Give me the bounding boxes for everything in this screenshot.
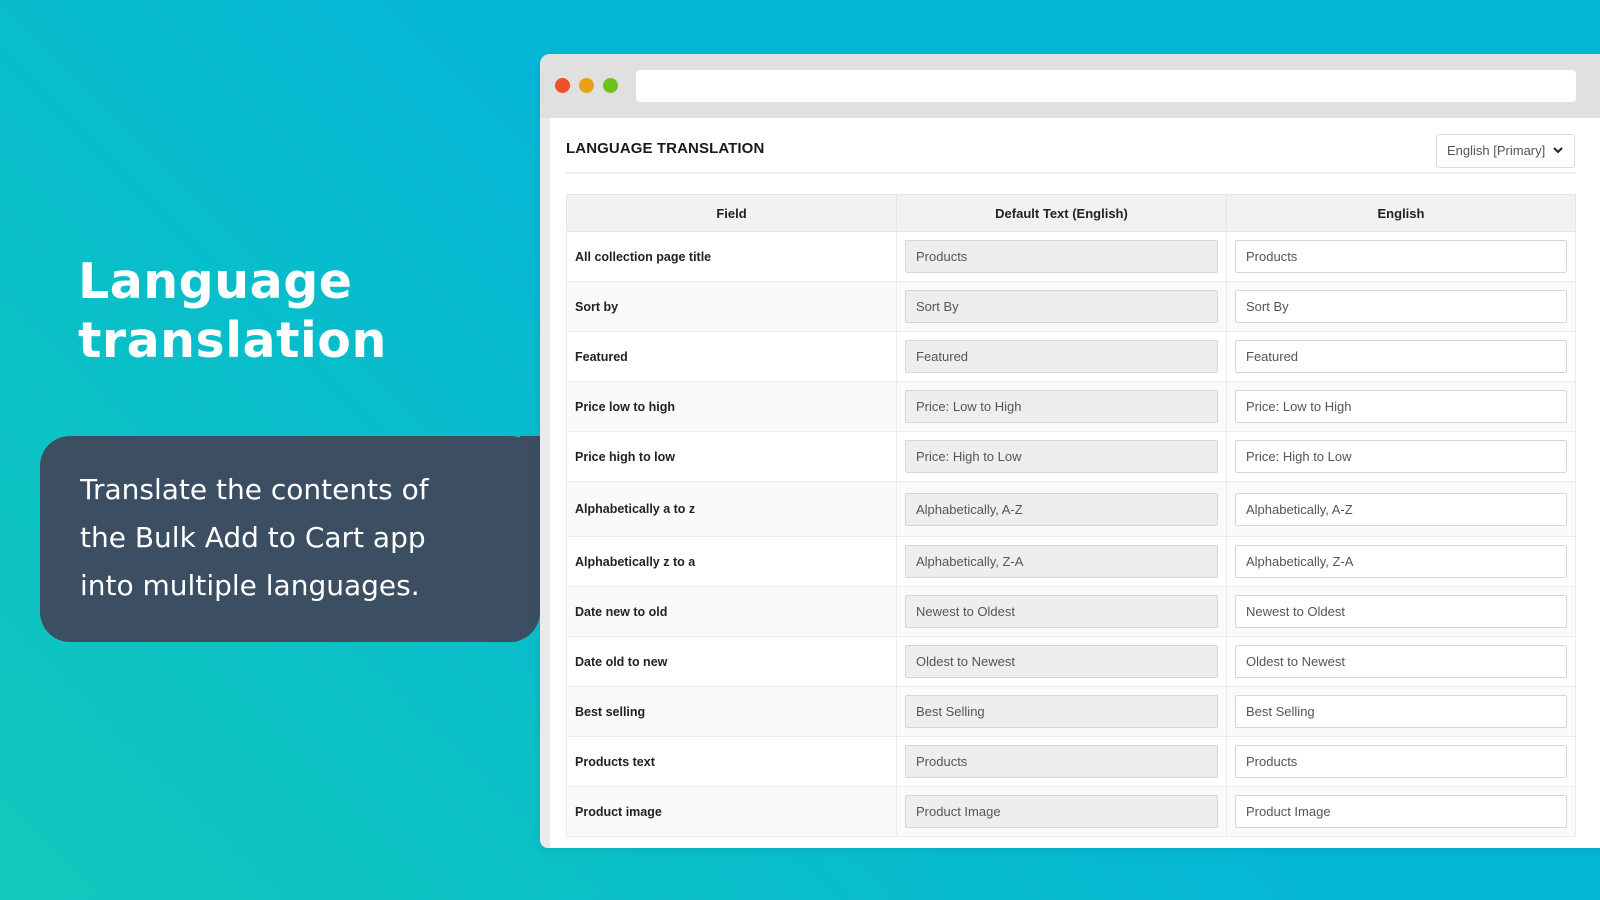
default-text-input [905, 390, 1218, 423]
default-text-input [905, 745, 1218, 778]
field-label: Featured [566, 331, 897, 382]
default-text-cell [896, 281, 1227, 332]
english-translation-input[interactable] [1235, 595, 1567, 628]
default-text-input [905, 695, 1218, 728]
table-row: Product image [566, 786, 1576, 837]
table-row: Date new to old [566, 586, 1576, 637]
description-line-1: Translate the contents of [80, 473, 429, 506]
english-translation-input[interactable] [1235, 440, 1567, 473]
translation-cell [1226, 331, 1576, 382]
field-label: Sort by [566, 281, 897, 332]
translation-cell [1226, 481, 1576, 537]
field-label: Price low to high [566, 381, 897, 432]
english-translation-input[interactable] [1235, 290, 1567, 323]
field-label: Product image [566, 786, 897, 837]
language-select[interactable]: English [Primary] [1436, 134, 1575, 168]
minimize-window-button[interactable] [579, 78, 594, 93]
default-text-cell [896, 331, 1227, 382]
description-line-2: the Bulk Add to Cart app [80, 521, 426, 554]
table-row: Date old to new [566, 636, 1576, 687]
header-divider [566, 172, 1575, 174]
column-header-english: English [1226, 194, 1576, 232]
table-row: Alphabetically a to z [566, 481, 1576, 537]
english-translation-input[interactable] [1235, 545, 1567, 578]
default-text-input [905, 492, 1218, 526]
translation-cell [1226, 686, 1576, 737]
table-row: Price low to high [566, 381, 1576, 432]
field-label: Price high to low [566, 431, 897, 482]
column-header-field: Field [566, 194, 897, 232]
default-text-input [905, 545, 1218, 578]
translation-cell [1226, 736, 1576, 787]
default-text-cell [896, 536, 1227, 587]
field-label: Date new to old [566, 586, 897, 637]
english-translation-input[interactable] [1235, 492, 1567, 526]
column-header-default-text: Default Text (English) [896, 194, 1227, 232]
english-translation-input[interactable] [1235, 795, 1567, 828]
translation-cell [1226, 786, 1576, 837]
default-text-cell [896, 786, 1227, 837]
hero-title: Language translation [78, 252, 498, 370]
english-translation-input[interactable] [1235, 645, 1567, 678]
english-translation-input[interactable] [1235, 745, 1567, 778]
browser-window: LANGUAGE TRANSLATION English [Primary] F… [540, 54, 1600, 848]
hero-title-line-2: translation [78, 312, 387, 369]
default-text-cell [896, 736, 1227, 787]
address-bar[interactable] [636, 70, 1576, 102]
browser-titlebar [540, 54, 1600, 118]
feature-description: Translate the contents of the Bulk Add t… [80, 466, 500, 610]
field-label: Products text [566, 736, 897, 787]
default-text-input [905, 645, 1218, 678]
default-text-cell [896, 481, 1227, 537]
english-translation-input[interactable] [1235, 390, 1567, 423]
english-translation-input[interactable] [1235, 695, 1567, 728]
default-text-input [905, 340, 1218, 373]
english-translation-input[interactable] [1235, 340, 1567, 373]
default-text-cell [896, 586, 1227, 637]
table-row: Best selling [566, 686, 1576, 737]
field-label: Date old to new [566, 636, 897, 687]
default-text-cell [896, 686, 1227, 737]
default-text-input [905, 240, 1218, 273]
translation-cell [1226, 586, 1576, 637]
page-content: LANGUAGE TRANSLATION English [Primary] F… [550, 118, 1600, 848]
table-row: All collection page title [566, 231, 1576, 282]
translation-table: Field Default Text (English) English All… [566, 194, 1576, 837]
field-label: Alphabetically z to a [566, 536, 897, 587]
english-translation-input[interactable] [1235, 240, 1567, 273]
page-title: LANGUAGE TRANSLATION [566, 140, 765, 157]
table-row: Alphabetically z to a [566, 536, 1576, 587]
field-label: Best selling [566, 686, 897, 737]
table-row: Featured [566, 331, 1576, 382]
language-select-value: English [Primary] [1447, 143, 1546, 158]
default-text-input [905, 795, 1218, 828]
field-label: All collection page title [566, 231, 897, 282]
default-text-input [905, 440, 1218, 473]
default-text-input [905, 595, 1218, 628]
table-row: Products text [566, 736, 1576, 787]
translation-cell [1226, 281, 1576, 332]
close-window-button[interactable] [555, 78, 570, 93]
default-text-input [905, 290, 1218, 323]
table-header-row: Field Default Text (English) English [566, 194, 1576, 232]
field-label: Alphabetically a to z [566, 481, 897, 537]
chevron-down-icon [1553, 147, 1563, 154]
translation-cell [1226, 231, 1576, 282]
default-text-cell [896, 431, 1227, 482]
default-text-cell [896, 231, 1227, 282]
default-text-cell [896, 636, 1227, 687]
hero-title-line-1: Language [78, 253, 353, 310]
translation-cell [1226, 536, 1576, 587]
description-line-3: into multiple languages. [80, 569, 420, 602]
table-row: Price high to low [566, 431, 1576, 482]
default-text-cell [896, 381, 1227, 432]
table-row: Sort by [566, 281, 1576, 332]
maximize-window-button[interactable] [603, 78, 618, 93]
translation-cell [1226, 381, 1576, 432]
translation-cell [1226, 431, 1576, 482]
translation-cell [1226, 636, 1576, 687]
